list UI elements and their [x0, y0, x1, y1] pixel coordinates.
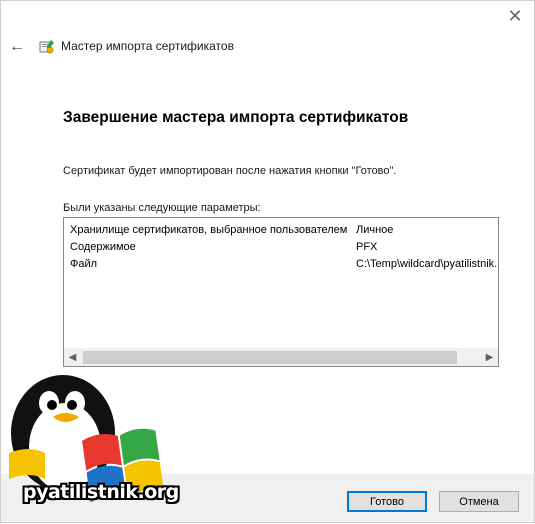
watermark-text: pyatilistnik.org	[23, 481, 179, 503]
param-key: Файл	[70, 258, 98, 270]
scroll-right-icon[interactable]: ▶	[481, 349, 498, 366]
list-item: Содержимое PFX	[70, 241, 377, 253]
param-key: Хранилище сертификатов, выбранное пользо…	[70, 224, 348, 236]
list-item: Хранилище сертификатов, выбранное пользо…	[70, 224, 393, 236]
param-key: Содержимое	[70, 241, 136, 253]
param-value: PFX	[356, 241, 378, 253]
cancel-button[interactable]: Отмена	[439, 491, 519, 512]
certificate-wizard-icon	[39, 40, 54, 54]
wizard-window: ✕ ← Мастер импорта сертификатов Завершен…	[0, 0, 535, 523]
info-text: Сертификат будет импортирован после нажа…	[63, 165, 397, 177]
wizard-title: Мастер импорта сертификатов	[61, 39, 234, 53]
list-item: Файл C:\Temp\wildcard\pyatilistnik.	[70, 258, 497, 270]
param-value: C:\Temp\wildcard\pyatilistnik.	[356, 258, 498, 270]
param-value: Личное	[356, 224, 394, 236]
finish-button[interactable]: Готово	[347, 491, 427, 512]
back-arrow-icon[interactable]: ←	[7, 37, 27, 57]
page-heading: Завершение мастера импорта сертификатов	[63, 109, 409, 126]
close-icon[interactable]: ✕	[504, 5, 526, 27]
params-label: Были указаны следующие параметры:	[63, 202, 261, 214]
params-list[interactable]: Хранилище сертификатов, выбранное пользо…	[63, 217, 499, 367]
